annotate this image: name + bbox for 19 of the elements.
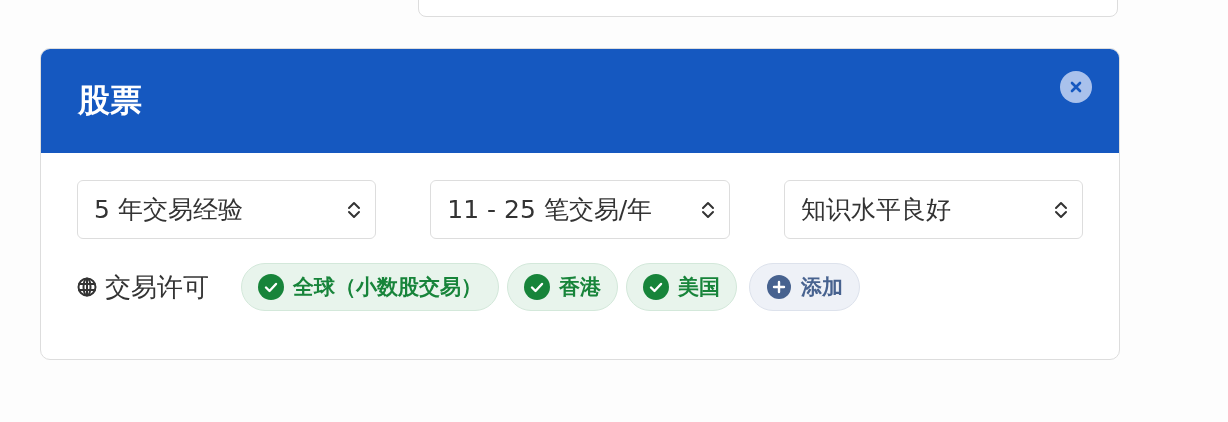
permits-label: 交易许可 (105, 270, 209, 304)
chevron-updown-icon (700, 200, 715, 219)
select-field[interactable]: 11 - 25 笔交易/年 (430, 180, 730, 239)
plus-icon (766, 274, 792, 300)
add-button[interactable]: 添加 (749, 263, 860, 311)
tag-label: 香港 (559, 274, 601, 301)
tag-label: 全球（小数股交易） (293, 274, 482, 301)
select-field[interactable]: 5 年交易经验 (77, 180, 377, 239)
close-icon (1070, 80, 1082, 93)
tag-label: 美国 (678, 274, 720, 301)
check-icon (643, 274, 669, 300)
close-button[interactable] (1060, 70, 1092, 103)
panel-title: 股票 (78, 79, 142, 121)
select-field[interactable]: 知识水平良好 (783, 180, 1083, 239)
check-icon (258, 274, 284, 300)
chevron-updown-icon (347, 200, 362, 219)
chevron-updown-icon (1054, 200, 1068, 219)
check-icon (524, 274, 550, 300)
globe-icon (77, 277, 97, 297)
